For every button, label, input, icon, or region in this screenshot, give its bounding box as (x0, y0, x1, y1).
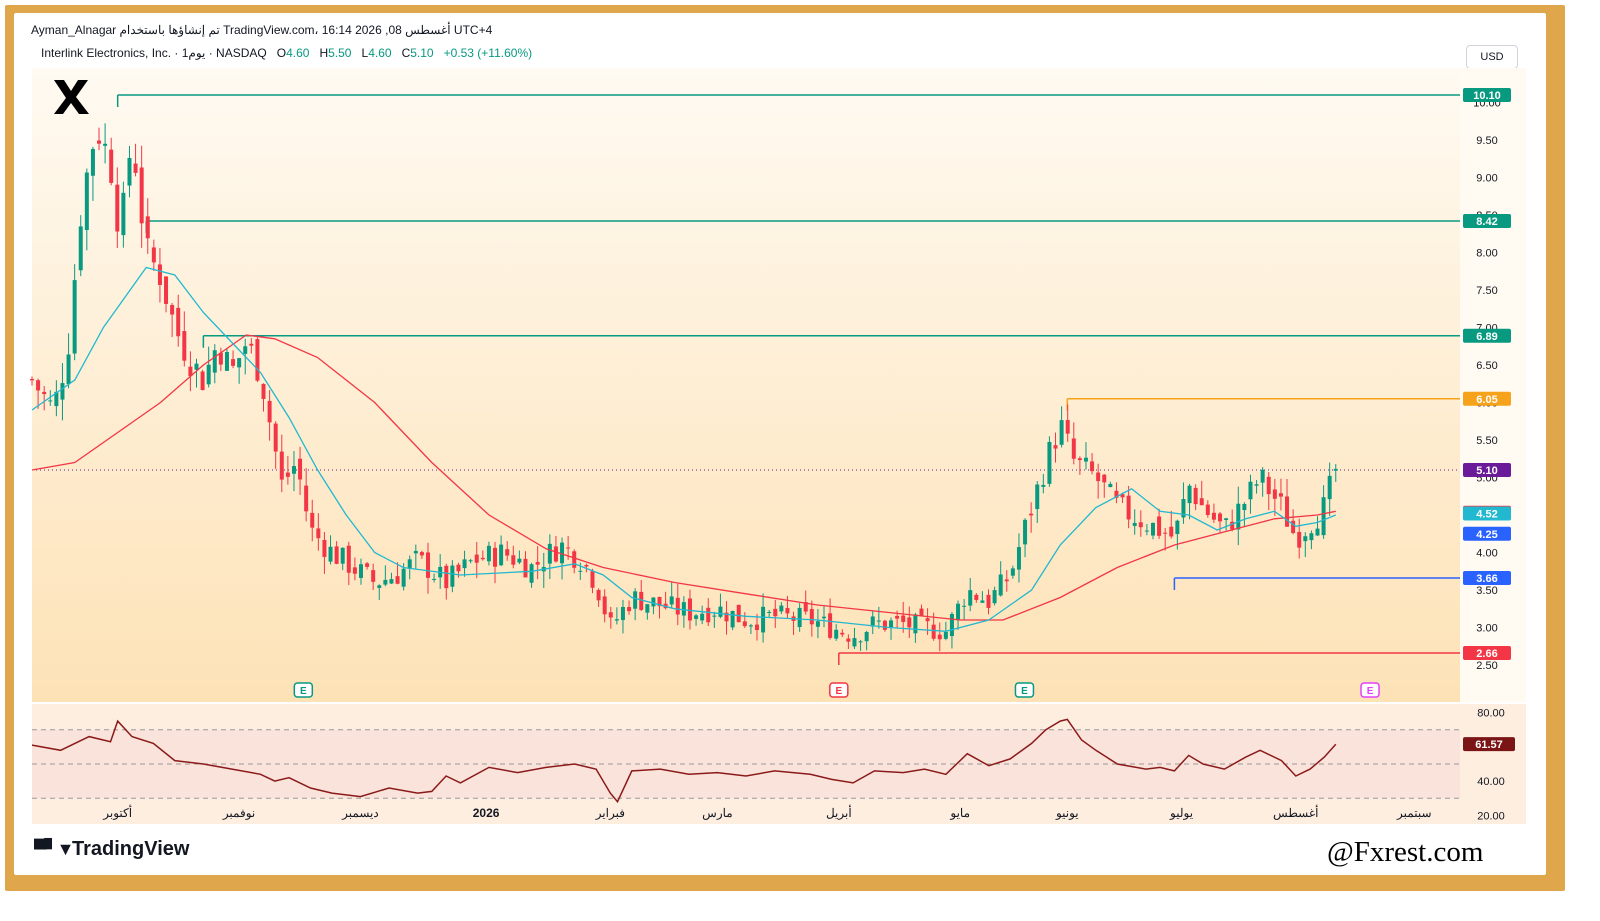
chart-panel (14, 13, 1546, 875)
open-label: O (276, 46, 287, 60)
low-value: 4.60 (368, 46, 392, 60)
open-value: 4.60 (286, 46, 310, 60)
high-label: H (319, 46, 329, 60)
change-value: +0.53 (+11.60%) (443, 46, 533, 60)
symbol-name[interactable]: Interlink Electronics, Inc. · يوم1 · NAS… (41, 46, 267, 60)
close-value: 5.10 (410, 46, 434, 60)
meta-line: Ayman_Alnagar تم إنشاؤها باستخدام Tradin… (31, 23, 493, 37)
high-value: 5.50 (328, 46, 352, 60)
tradingview-text: TradingView (72, 838, 190, 860)
brand-watermark: @Fxrest.com (1327, 836, 1484, 868)
symbol-legend[interactable]: Interlink Electronics, Inc. · يوم1 · NAS… (41, 46, 532, 60)
tv-icon: ▀▘▼ (34, 839, 74, 859)
currency-button[interactable]: USD (1466, 45, 1518, 69)
tradingview-logo[interactable]: ▀▘▼TradingView (34, 838, 189, 861)
close-label: C (401, 46, 411, 60)
